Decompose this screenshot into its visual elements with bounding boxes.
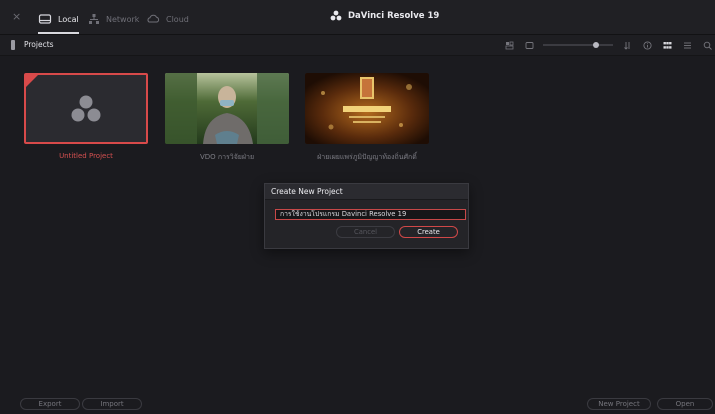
page-title: Projects xyxy=(24,40,54,49)
thumbnail-size-slider[interactable] xyxy=(543,39,613,51)
import-button[interactable]: Import xyxy=(82,398,142,410)
tab-local-label: Local xyxy=(58,14,79,24)
project-name: ฝ่ายเผยแพร่ภูมิปัญญาท้องถิ่นศักดิ์ xyxy=(317,153,417,161)
project-card-thai[interactable]: ฝ่ายเผยแพร่ภูมิปัญญาท้องถิ่นศักดิ์ xyxy=(305,73,429,163)
video-thumbnail-image xyxy=(165,73,289,144)
new-project-button[interactable]: New Project xyxy=(587,398,651,410)
sort-icon[interactable] xyxy=(621,39,633,51)
tab-network[interactable]: Network xyxy=(88,8,139,30)
project-thumbnail[interactable] xyxy=(305,73,429,144)
project-name: VDO การวิจัยฝ่าย xyxy=(199,153,255,161)
project-card-untitled[interactable]: Untitled Project xyxy=(24,73,148,160)
resolve-placeholder-icon xyxy=(71,95,101,122)
view-toolbar xyxy=(503,35,715,55)
create-button[interactable]: Create xyxy=(399,226,458,238)
resolve-logo-icon xyxy=(330,10,342,21)
local-drive-icon xyxy=(38,14,52,24)
info-icon[interactable] xyxy=(641,39,653,51)
project-card-vdo[interactable]: VDO การวิจัยฝ่าย xyxy=(165,73,289,163)
projects-bar: Projects xyxy=(0,35,715,56)
cancel-button[interactable]: Cancel xyxy=(336,226,395,238)
project-thumbnail[interactable] xyxy=(165,73,289,144)
dialog-title: Create New Project xyxy=(265,184,468,200)
export-button[interactable]: Export xyxy=(20,398,80,410)
network-icon xyxy=(89,14,99,24)
project-thumbnail-image xyxy=(305,73,429,144)
list-view-icon[interactable] xyxy=(523,39,535,51)
close-icon[interactable]: × xyxy=(12,10,21,23)
tab-cloud[interactable]: Cloud xyxy=(146,8,189,30)
tab-network-label: Network xyxy=(106,14,140,24)
project-name-input[interactable]: การใช้งานโปรแกรม Davinci Resolve 19 xyxy=(275,209,466,220)
tab-local[interactable]: Local xyxy=(38,8,79,34)
grid-view-icon[interactable] xyxy=(503,39,515,51)
search-icon[interactable] xyxy=(701,39,713,51)
cloud-icon xyxy=(147,14,160,23)
app-title: DaVinci Resolve 19 xyxy=(330,10,439,21)
create-project-dialog: Create New Project การใช้งานโปรแกรม Davi… xyxy=(264,183,469,249)
sidebar-toggle-icon[interactable] xyxy=(11,40,15,50)
open-button[interactable]: Open xyxy=(657,398,713,410)
list-icon[interactable] xyxy=(681,39,693,51)
tab-cloud-label: Cloud xyxy=(166,14,189,24)
thumbnail-grid-icon[interactable] xyxy=(661,39,673,51)
project-thumbnail[interactable] xyxy=(24,73,148,144)
title-bar: × Local Network Cloud DaVinci Resolve 19 xyxy=(0,0,715,35)
app-title-text: DaVinci Resolve 19 xyxy=(348,10,440,21)
project-name: Untitled Project xyxy=(59,152,113,160)
